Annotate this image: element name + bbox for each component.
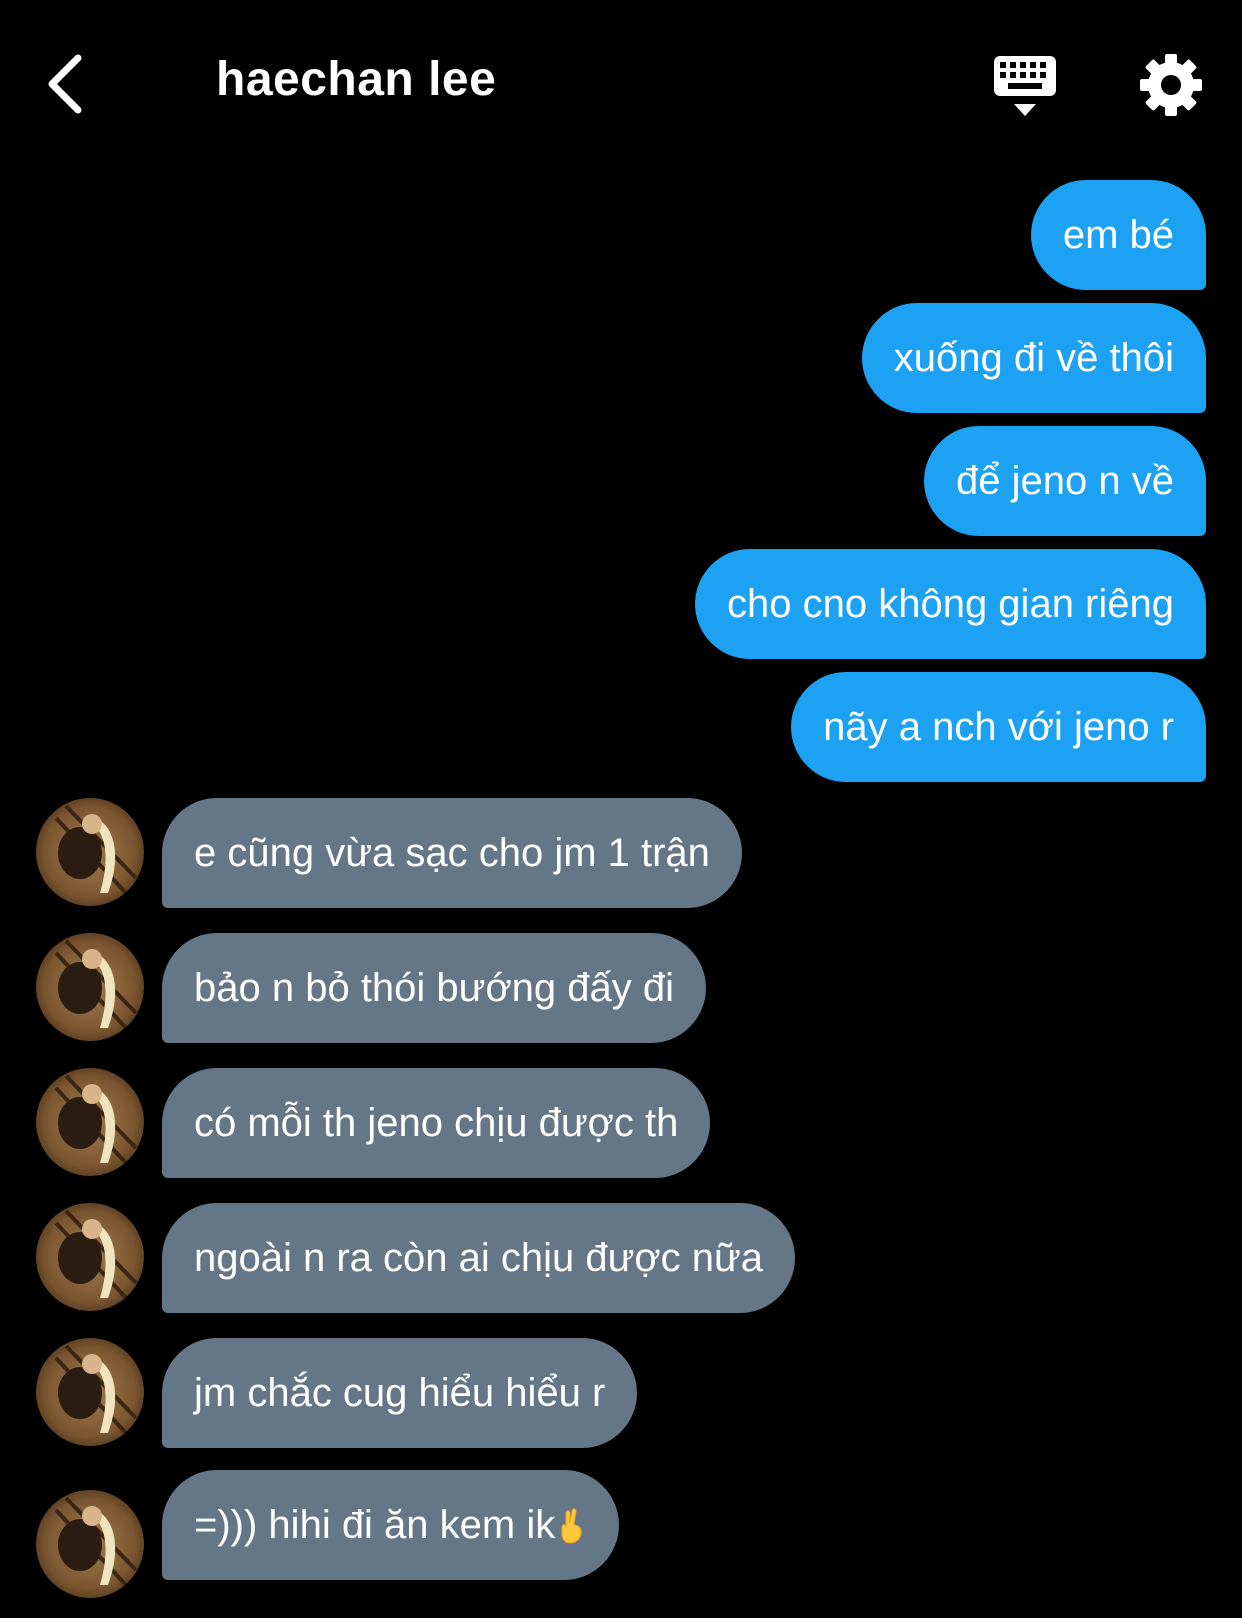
- crossed-fingers-emoji: [561, 1508, 582, 1544]
- outgoing-message[interactable]: để jeno n về: [924, 426, 1206, 536]
- incoming-message[interactable]: ngoài n ra còn ai chịu được nữa: [162, 1203, 796, 1313]
- outgoing-message[interactable]: nãy a nch với jeno r: [791, 672, 1206, 782]
- conversation-title: haechan lee: [216, 53, 497, 106]
- avatar-image: [36, 933, 144, 1041]
- outgoing-message[interactable]: em bé: [1030, 180, 1206, 290]
- keyboard-dismiss-icon: [994, 56, 1056, 116]
- avatar[interactable]: [36, 933, 144, 1041]
- incoming-message[interactable]: bảo n bỏ thói bướng đấy đi: [162, 933, 707, 1043]
- incoming-message[interactable]: e cũng vừa sạc cho jm 1 trận: [162, 798, 742, 908]
- avatar-image: [36, 1203, 144, 1311]
- avatar-image: [36, 1490, 144, 1598]
- message-text: cho cno không gian riêng: [727, 581, 1174, 626]
- avatar-image: [36, 1338, 144, 1446]
- avatar[interactable]: [36, 1203, 144, 1311]
- avatar[interactable]: [36, 1338, 144, 1446]
- incoming-message[interactable]: jm chắc cug hiểu hiểu r: [162, 1338, 638, 1448]
- message-text: =))) hihi đi ăn kem ik: [194, 1502, 556, 1547]
- incoming-message[interactable]: =))) hihi đi ăn kem ik: [162, 1470, 620, 1580]
- avatar[interactable]: [36, 1490, 144, 1598]
- message-text: có mỗi th jeno chịu được th: [194, 1100, 679, 1145]
- message-text: em bé: [1062, 212, 1174, 257]
- back-button[interactable]: [40, 48, 96, 120]
- chevron-left-icon: [48, 54, 82, 114]
- avatar-image: [36, 1068, 144, 1176]
- message-text: ngoài n ra còn ai chịu được nữa: [194, 1235, 764, 1280]
- message-text: xuống đi về thôi: [893, 335, 1174, 380]
- settings-button[interactable]: [1136, 50, 1206, 120]
- avatar[interactable]: [36, 798, 144, 906]
- avatar[interactable]: [36, 1068, 144, 1176]
- outgoing-message[interactable]: cho cno không gian riêng: [695, 549, 1206, 659]
- outgoing-message[interactable]: xuống đi về thôi: [861, 303, 1206, 413]
- keyboard-button[interactable]: [990, 52, 1060, 122]
- conversation-header: haechan lee: [0, 0, 1242, 170]
- incoming-message[interactable]: có mỗi th jeno chịu được th: [162, 1068, 711, 1178]
- message-text: e cũng vừa sạc cho jm 1 trận: [194, 830, 710, 875]
- gear-icon: [1140, 54, 1202, 116]
- message-text: để jeno n về: [956, 458, 1174, 503]
- avatar-image: [36, 798, 144, 906]
- message-text: nãy a nch với jeno r: [823, 704, 1174, 749]
- message-text: jm chắc cug hiểu hiểu r: [194, 1370, 606, 1415]
- message-text: bảo n bỏ thói bướng đấy đi: [194, 965, 675, 1010]
